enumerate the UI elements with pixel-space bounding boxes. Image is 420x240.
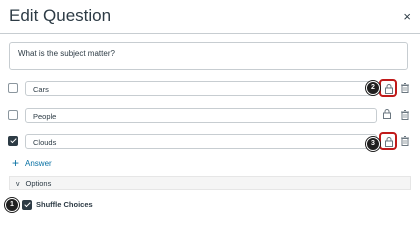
lock-icon (385, 84, 393, 94)
trash-icon[interactable] (401, 136, 409, 146)
answer-correct-checkbox[interactable] (8, 110, 18, 120)
add-answer-button[interactable]: + Answer (12, 155, 52, 170)
answer-row-people: People (0, 108, 420, 124)
close-icon[interactable]: × (403, 9, 411, 24)
trash-icon[interactable] (401, 110, 409, 120)
lock-icon (385, 137, 393, 147)
question-text-field[interactable]: What is the subject matter? (9, 42, 408, 70)
lock-button[interactable] (379, 132, 397, 150)
dialog-title: Edit Question (9, 6, 112, 25)
lock-button[interactable] (379, 79, 397, 97)
trash-icon[interactable] (401, 83, 409, 93)
add-answer-label: Answer (25, 159, 52, 168)
answer-row-cars: Cars 2 (0, 79, 420, 97)
answer-field[interactable]: Cars (25, 81, 377, 96)
dialog-header: Edit Question × (0, 0, 420, 34)
callout-badge-3: 3 (366, 137, 380, 151)
answer-field[interactable]: Clouds (25, 134, 377, 149)
shuffle-choices-checkbox[interactable] (22, 200, 32, 210)
lock-icon (383, 109, 391, 119)
callout-badge-2: 2 (366, 81, 380, 95)
answer-correct-checkbox[interactable] (8, 136, 18, 146)
chevron-down-icon: v (16, 181, 20, 188)
options-toggle[interactable]: v Options (9, 176, 411, 190)
callout-badge-1: 1 (5, 198, 19, 212)
shuffle-choices-row: 1 Shuffle Choices (0, 198, 420, 212)
answer-correct-checkbox[interactable] (8, 83, 18, 93)
options-label: Options (25, 179, 52, 188)
answer-row-clouds: Clouds 3 (0, 132, 420, 151)
plus-icon: + (12, 156, 20, 170)
answer-field[interactable]: People (25, 108, 377, 123)
shuffle-choices-label: Shuffle Choices (36, 200, 93, 209)
lock-button[interactable] (379, 106, 397, 124)
